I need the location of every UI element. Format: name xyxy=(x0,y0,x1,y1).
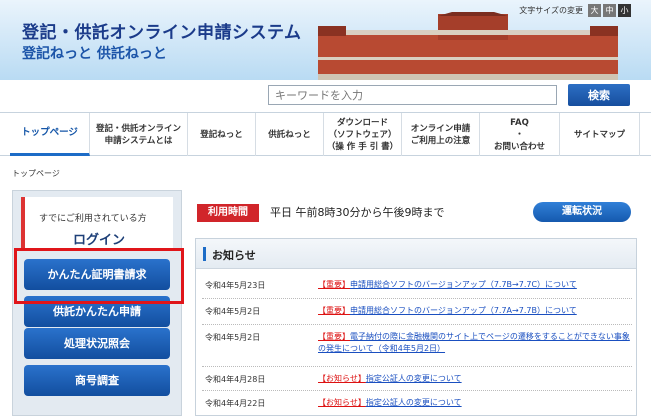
breadcrumb: トップページ xyxy=(12,169,60,178)
news-title: お知らせ xyxy=(212,249,256,262)
news-text: 電子納付の際に金融機関のサイト上でページの遷移をすることができない事象の発生につ… xyxy=(318,332,630,353)
login-title[interactable]: ログイン xyxy=(25,229,173,248)
operation-status-button[interactable]: 運転状況 xyxy=(533,202,631,222)
nav-item-usage-notes[interactable]: オンライン申請 ご利用上の注意 xyxy=(402,113,480,156)
news-item: 令和4年5月23日 【重要】申請用総合ソフトのバージョンアップ（7.7B→7.7… xyxy=(202,275,632,299)
sidebar: すでにご利用されている方 ログイン かんたん証明書請求 供託かんたん申請 処理状… xyxy=(12,190,182,416)
nav-item-sitemap[interactable]: サイトマップ xyxy=(560,113,640,156)
news-link[interactable]: 【重要】電子納付の際に金融機関のサイト上でページの遷移をすることができない事象の… xyxy=(318,331,630,355)
login-box[interactable]: すでにご利用されている方 ログイン xyxy=(21,197,173,249)
site-subtitle: 登記ねっと 供託ねっと xyxy=(22,46,167,62)
nav-item-about-system[interactable]: 登記・供託オンライン 申請システムとは xyxy=(90,113,188,156)
news-item: 令和4年5月2日 【重要】申請用総合ソフトのバージョンアップ（7.7A→7.7B… xyxy=(202,299,632,325)
news-text: 申請用総合ソフトのバージョンアップ（7.7B→7.7C）について xyxy=(350,280,577,289)
news-item: 令和4年4月22日 【お知らせ】指定公証人の変更について xyxy=(202,391,632,415)
news-tag: 【お知らせ】 xyxy=(318,398,366,407)
news-item: 令和4年4月28日 【お知らせ】指定公証人の変更について xyxy=(202,367,632,391)
building-illustration xyxy=(318,12,618,80)
nav-item-kyotaku-net[interactable]: 供託ねっと xyxy=(256,113,324,156)
font-size-switcher: 文字サイズの変更 大 中 小 xyxy=(519,4,631,17)
easy-certificate-request-button[interactable]: かんたん証明書請求 xyxy=(24,259,170,290)
news-date: 令和4年4月28日 xyxy=(205,375,266,384)
news-tag: 【お知らせ】 xyxy=(318,374,366,383)
news-date: 令和4年5月23日 xyxy=(205,281,266,290)
font-size-medium-button[interactable]: 中 xyxy=(603,4,616,17)
news-text: 指定公証人の変更について xyxy=(365,398,462,407)
news-text: 指定公証人の変更について xyxy=(365,374,462,383)
nav-item-top-page[interactable]: トップページ xyxy=(10,113,90,156)
news-link[interactable]: 【重要】申請用総合ソフトのバージョンアップ（7.7A→7.7B）について xyxy=(318,305,630,317)
global-nav: トップページ 登記・供託オンライン 申請システムとは 登記ねっと 供託ねっと ダ… xyxy=(0,112,651,156)
site-title[interactable]: 登記・供託オンライン申請システム xyxy=(22,18,302,43)
news-link[interactable]: 【お知らせ】指定公証人の変更について xyxy=(318,373,630,385)
news-tag: 【重要】 xyxy=(318,306,350,315)
news-date: 令和4年4月22日 xyxy=(205,399,266,408)
news-link[interactable]: 【重要】申請用総合ソフトのバージョンアップ（7.7B→7.7C）について xyxy=(318,279,630,291)
service-hours-text: 平日 午前8時30分から午後9時まで xyxy=(270,206,445,219)
news-tag: 【重要】 xyxy=(318,280,350,289)
news-header-accent xyxy=(203,247,206,261)
processing-status-inquiry-button[interactable]: 処理状況照会 xyxy=(24,328,170,359)
news-header: お知らせ xyxy=(196,239,636,269)
nav-item-faq[interactable]: FAQ ・ お問い合わせ xyxy=(480,113,560,156)
easy-deposit-application-button[interactable]: 供託かんたん申請 xyxy=(24,296,170,327)
trade-name-search-button[interactable]: 商号調査 xyxy=(24,365,170,396)
news-text: 申請用総合ソフトのバージョンアップ（7.7A→7.7B）について xyxy=(350,306,577,315)
search-bar: 検索 xyxy=(0,80,651,110)
font-size-large-button[interactable]: 大 xyxy=(588,4,601,17)
search-input[interactable] xyxy=(268,85,557,105)
nav-item-touki-net[interactable]: 登記ねっと xyxy=(188,113,256,156)
search-button[interactable]: 検索 xyxy=(568,84,630,106)
service-hours-badge: 利用時間 xyxy=(197,204,259,222)
login-caption: すでにご利用されている方 xyxy=(39,214,147,224)
news-tag: 【重要】 xyxy=(318,332,350,341)
nav-item-download[interactable]: ダウンロード （ソフトウェア） （操 作 手 引 書） xyxy=(324,113,402,156)
site-header: 登記・供託オンライン申請システム 登記ねっと 供託ねっと 文字サイズの変更 大 … xyxy=(0,0,651,80)
font-size-label: 文字サイズの変更 xyxy=(519,6,583,15)
news-date: 令和4年5月2日 xyxy=(205,307,261,316)
news-date: 令和4年5月2日 xyxy=(205,333,261,342)
news-link[interactable]: 【お知らせ】指定公証人の変更について xyxy=(318,397,630,409)
news-item: 令和4年5月2日 【重要】電子納付の際に金融機関のサイト上でページの遷移をするこ… xyxy=(202,325,632,367)
news-panel: お知らせ 令和4年5月23日 【重要】申請用総合ソフトのバージョンアップ（7.7… xyxy=(195,238,637,416)
font-size-small-button[interactable]: 小 xyxy=(618,4,631,17)
